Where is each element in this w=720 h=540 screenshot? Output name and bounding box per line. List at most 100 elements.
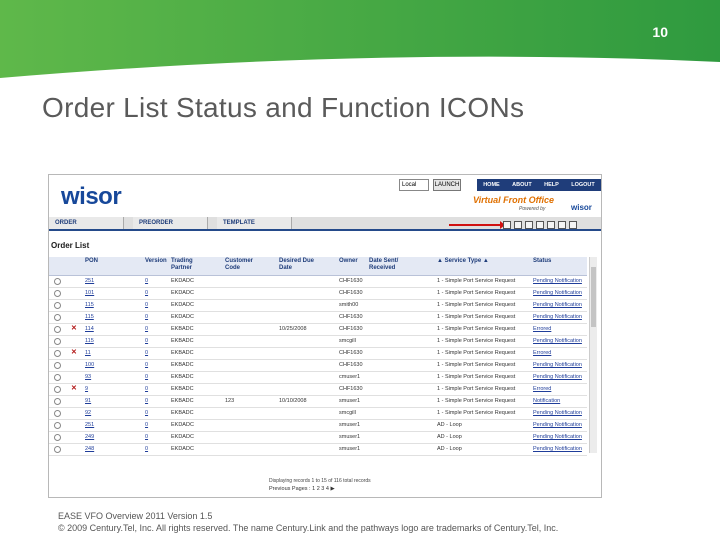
row-radio[interactable]	[54, 386, 61, 393]
cell-pon[interactable]: 249	[85, 434, 125, 440]
cell-version[interactable]: 0	[145, 278, 159, 284]
row-radio[interactable]	[54, 350, 61, 357]
cell-status[interactable]: Errored	[533, 350, 585, 356]
cell-pon[interactable]: 115	[85, 314, 125, 320]
scroll-thumb[interactable]	[591, 267, 596, 327]
cell-pon[interactable]: 11	[85, 350, 125, 356]
tab-order[interactable]: ORDER	[49, 217, 124, 229]
cell-trading-partner: EKBADC	[171, 362, 194, 368]
cell-status[interactable]: Pending Notification	[533, 314, 585, 320]
cell-version[interactable]: 0	[145, 374, 159, 380]
cell-trading-partner: EKDADC	[171, 278, 194, 284]
col-version[interactable]: Version	[145, 258, 167, 265]
row-radio[interactable]	[54, 422, 61, 429]
cell-status[interactable]: Errored	[533, 326, 585, 332]
row-radio[interactable]	[54, 398, 61, 405]
tab-template[interactable]: TEMPLATE	[217, 217, 292, 229]
nav-about[interactable]: ABOUT	[512, 182, 532, 188]
cell-version[interactable]: 0	[145, 434, 159, 440]
cell-version[interactable]: 0	[145, 386, 159, 392]
cell-pon[interactable]: 91	[85, 398, 125, 404]
col-service-type[interactable]: ▲ Service Type ▲	[437, 258, 489, 265]
cell-pon[interactable]: 115	[85, 338, 125, 344]
cell-status[interactable]: Pending Notification	[533, 278, 585, 284]
notes-icon[interactable]	[569, 221, 577, 229]
function-icons	[503, 221, 577, 229]
cell-status[interactable]: Pending Notification	[533, 374, 585, 380]
cell-version[interactable]: 0	[145, 398, 159, 404]
cell-status[interactable]: Notification	[533, 398, 585, 404]
row-radio[interactable]	[54, 446, 61, 453]
cell-pon[interactable]: 248	[85, 446, 125, 452]
cell-status[interactable]: Pending Notification	[533, 290, 585, 296]
cell-pon[interactable]: 93	[85, 374, 125, 380]
col-date-sent[interactable]: Date Sent/ Received	[369, 258, 415, 272]
cell-version[interactable]: 0	[145, 410, 159, 416]
cell-service-type: 1 - Simple Port Service Request	[437, 314, 516, 320]
cell-pon[interactable]: 92	[85, 410, 125, 416]
cell-status[interactable]: Pending Notification	[533, 434, 585, 440]
row-radio[interactable]	[54, 326, 61, 333]
cell-version[interactable]: 0	[145, 314, 159, 320]
wisor-logo: wisor	[61, 183, 122, 210]
cell-pon[interactable]: 251	[85, 422, 125, 428]
cell-status[interactable]: Pending Notification	[533, 338, 585, 344]
col-trading-partner[interactable]: Trading Partner	[171, 258, 211, 272]
col-pon[interactable]: PON	[85, 258, 98, 265]
copy-icon[interactable]	[514, 221, 522, 229]
cell-trading-partner: EKBADC	[171, 326, 194, 332]
cell-trading-partner: EKBADC	[171, 338, 194, 344]
cell-status[interactable]: Pending Notification	[533, 410, 585, 416]
cell-status[interactable]: Pending Notification	[533, 302, 585, 308]
local-select[interactable]: Local	[399, 179, 429, 191]
cell-status[interactable]: Errored	[533, 386, 585, 392]
col-owner[interactable]: Owner	[339, 258, 358, 265]
nav-help[interactable]: HELP	[544, 182, 559, 188]
print-icon[interactable]	[547, 221, 555, 229]
col-desired-due-date[interactable]: Desired Due Date	[279, 258, 327, 272]
cell-pon[interactable]: 114	[85, 326, 125, 332]
col-customer-code[interactable]: Customer Code	[225, 258, 265, 272]
cell-version[interactable]: 0	[145, 422, 159, 428]
row-radio[interactable]	[54, 290, 61, 297]
cell-status[interactable]: Pending Notification	[533, 446, 585, 452]
filter-icon[interactable]	[525, 221, 533, 229]
row-radio[interactable]	[54, 410, 61, 417]
cell-version[interactable]: 0	[145, 362, 159, 368]
cell-pon[interactable]: 9	[85, 386, 125, 392]
cell-trading-partner: EKDADC	[171, 434, 194, 440]
row-radio[interactable]	[54, 362, 61, 369]
cell-version[interactable]: 0	[145, 350, 159, 356]
tab-preorder[interactable]: PREORDER	[133, 217, 208, 229]
col-status[interactable]: Status	[533, 258, 551, 265]
cell-pon[interactable]: 100	[85, 362, 125, 368]
table-scrollbar[interactable]	[589, 257, 597, 453]
document-icon[interactable]	[503, 221, 511, 229]
cell-service-type: 1 - Simple Port Service Request	[437, 302, 516, 308]
cell-version[interactable]: 0	[145, 326, 159, 332]
cell-status[interactable]: Pending Notification	[533, 422, 585, 428]
cell-version[interactable]: 0	[145, 446, 159, 452]
table-row: 92 0 EKBADC smcgill 1 - Simple Port Service …	[49, 408, 587, 420]
nav-logout[interactable]: LOGOUT	[571, 182, 595, 188]
cell-version[interactable]: 0	[145, 338, 159, 344]
cell-trading-partner: EKBADC	[171, 398, 194, 404]
row-radio[interactable]	[54, 434, 61, 441]
row-radio[interactable]	[54, 338, 61, 345]
cell-version[interactable]: 0	[145, 302, 159, 308]
cell-pon[interactable]: 251	[85, 278, 125, 284]
launch-button[interactable]: LAUNCH	[433, 179, 461, 191]
row-radio[interactable]	[54, 314, 61, 321]
row-radio[interactable]	[54, 278, 61, 285]
row-radio[interactable]	[54, 302, 61, 309]
pager-pages[interactable]: Previous Pages : 1 2 3 4 ▶	[269, 486, 335, 492]
delete-icon[interactable]	[536, 221, 544, 229]
nav-home[interactable]: HOME	[483, 182, 500, 188]
cell-version[interactable]: 0	[145, 290, 159, 296]
table-row: 249 0 EKDADC smuser1 AD - Loop Pending Notifi…	[49, 432, 587, 444]
row-radio[interactable]	[54, 374, 61, 381]
cell-pon[interactable]: 101	[85, 290, 125, 296]
cell-status[interactable]: Pending Notification	[533, 362, 585, 368]
cell-pon[interactable]: 115	[85, 302, 125, 308]
refresh-icon[interactable]	[558, 221, 566, 229]
